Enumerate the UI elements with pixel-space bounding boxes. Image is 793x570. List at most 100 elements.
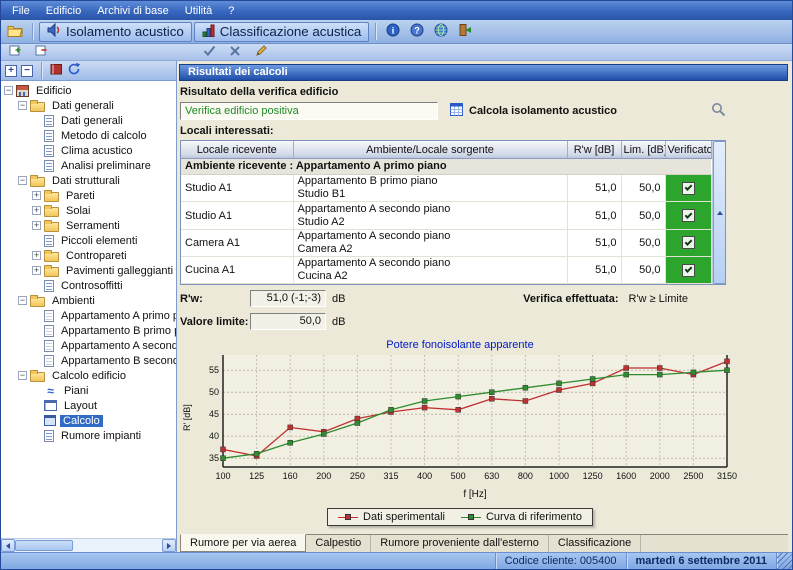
verified-checkbox[interactable]	[682, 236, 695, 249]
scrollbar-thumb[interactable]	[713, 284, 726, 285]
resize-grip-icon[interactable]	[777, 553, 792, 569]
confirm-button[interactable]	[198, 42, 220, 62]
column-header-locale-ricevente[interactable]: Locale ricevente	[181, 141, 293, 158]
scrollbar-thumb[interactable]	[15, 540, 73, 551]
plus-expander-icon[interactable]: +	[32, 251, 41, 260]
tab-rumore-per-via-aerea[interactable]: Rumore per via aerea	[180, 534, 306, 552]
verified-cell[interactable]	[665, 175, 711, 202]
column-header-ambiente-locale-sorgente[interactable]: Ambiente/Locale sorgente	[293, 141, 567, 158]
verified-checkbox[interactable]	[682, 209, 695, 222]
table-scrollbar[interactable]	[712, 141, 726, 284]
tree-item-appartamento-b-primo-piano[interactable]: Appartamento B primo piano	[1, 323, 176, 338]
tree-item-solai[interactable]: +Solai	[1, 203, 176, 218]
table-row[interactable]: Camera A1Appartamento A secondo pianoCam…	[181, 229, 711, 256]
table-row[interactable]: Cucina A1Appartamento A secondo pianoCuc…	[181, 256, 711, 283]
verified-checkbox[interactable]	[682, 264, 695, 277]
minus-expander-icon[interactable]: −	[18, 371, 27, 380]
verification-result-field[interactable]: Verifica edificio positiva	[180, 102, 438, 120]
tree-item-pareti[interactable]: +Pareti	[1, 188, 176, 203]
edit-button[interactable]	[250, 42, 272, 62]
menu-item-file[interactable]: File	[4, 3, 38, 19]
collapse-all-icon[interactable]: −	[21, 65, 33, 77]
tree-item-ambienti[interactable]: −Ambienti	[1, 293, 176, 308]
tree-item-dati-generali[interactable]: −Dati generali	[1, 98, 176, 113]
tree-item-label: Serramenti	[63, 220, 123, 232]
tree-item-controsoffitti[interactable]: Controsoffitti	[1, 278, 176, 293]
tree-item-appartamento-a-secondo-piano[interactable]: Appartamento A secondo piano	[1, 338, 176, 353]
toolbar-separator	[32, 23, 33, 40]
arrow-left-icon	[6, 543, 10, 549]
tab-calpestio[interactable]: Calpestio	[306, 535, 371, 552]
plus-expander-icon[interactable]: +	[32, 221, 41, 230]
calcola-isolamento-button[interactable]: Calcola isolamento acustico	[450, 103, 617, 119]
tree-item-piani[interactable]: Piani	[1, 383, 176, 398]
plus-expander-icon[interactable]: +	[32, 266, 41, 275]
tree-item-layout[interactable]: Layout	[1, 398, 176, 413]
tree-item-analisi-preliminare[interactable]: Analisi preliminare	[1, 158, 176, 173]
isolamento-acustico-button[interactable]: Isolamento acustico	[39, 22, 192, 42]
scroll-up-button[interactable]	[713, 141, 727, 284]
menu-item-utilit[interactable]: Utilità	[177, 3, 221, 19]
menu-item-help[interactable]: ?	[220, 3, 242, 19]
minus-expander-icon[interactable]: −	[18, 176, 27, 185]
minus-expander-icon[interactable]: −	[18, 296, 27, 305]
tree-item-serramenti[interactable]: + Serramenti	[1, 218, 176, 233]
remove-button[interactable]	[30, 42, 52, 62]
help-button[interactable]: ?	[406, 22, 428, 42]
globe-icon	[434, 23, 448, 40]
tree-item-appartamento-b-secondo-pian[interactable]: Appartamento B secondo pian	[1, 353, 176, 368]
refresh-icon[interactable]	[67, 62, 81, 79]
scroll-right-button[interactable]	[162, 539, 176, 552]
minus-expander-icon[interactable]: −	[4, 86, 13, 95]
classificazione-acustica-button[interactable]: Classificazione acustica	[194, 22, 370, 42]
plus-expander-icon[interactable]: +	[32, 191, 41, 200]
legend-item-curva-di-riferimento: Curva di riferimento	[461, 511, 582, 523]
scroll-left-button[interactable]	[1, 539, 15, 552]
table-row[interactable]: Studio A1Appartamento A secondo pianoStu…	[181, 202, 711, 229]
tree-item-calcolo-edificio[interactable]: −Calcolo edificio	[1, 368, 176, 383]
open-folder-button[interactable]	[4, 22, 26, 42]
add-button[interactable]	[4, 42, 26, 62]
tree-item-metodo-di-calcolo[interactable]: Metodo di calcolo	[1, 128, 176, 143]
magnifier-icon[interactable]	[711, 102, 726, 120]
tree-item-appartamento-a-primo-piano[interactable]: Appartamento A primo piano	[1, 308, 176, 323]
info-button[interactable]: i	[382, 22, 404, 42]
tree-item-piccoli-elementi[interactable]: Piccoli elementi	[1, 233, 176, 248]
chart-ylabel: R' [dB]	[182, 404, 192, 431]
tree-item-dati-strutturali[interactable]: −Dati strutturali	[1, 173, 176, 188]
verified-cell[interactable]	[665, 256, 711, 283]
tree-item-label: Appartamento A secondo piano	[58, 340, 176, 352]
verifica-label: Verifica effettuata:	[523, 293, 618, 305]
tree-item-clima-acustico[interactable]: Clima acustico	[1, 143, 176, 158]
expand-all-icon[interactable]: +	[5, 65, 17, 77]
tree-item-rumore-impianti[interactable]: Rumore impianti	[1, 428, 176, 443]
source-cell: Appartamento A secondo pianoCamera A2	[293, 229, 567, 256]
info-icon: i	[386, 23, 400, 40]
globe-button[interactable]	[430, 22, 452, 42]
tree-item-pavimenti-galleggianti[interactable]: +Pavimenti galleggianti	[1, 263, 176, 278]
tree-item-contropareti[interactable]: +Contropareti	[1, 248, 176, 263]
cancel-button[interactable]	[224, 42, 246, 62]
tab-classificazione[interactable]: Classificazione	[549, 535, 641, 552]
application-window: FileEdificioArchivi di baseUtilità? Isol…	[0, 0, 793, 570]
menu-item-edificio[interactable]: Edificio	[38, 3, 89, 19]
scroll-down-button[interactable]	[713, 284, 727, 285]
tree-item-label: Piccoli elementi	[58, 235, 140, 247]
exit-button[interactable]	[454, 22, 476, 42]
tab-rumore-proveniente-dall-esterno[interactable]: Rumore proveniente dall'esterno	[371, 535, 549, 552]
column-header-lim-db[interactable]: Lim. [dB]	[621, 141, 665, 158]
column-header-verificato[interactable]: Verificato	[665, 141, 711, 158]
table-row[interactable]: Studio A1Appartamento B primo pianoStudi…	[181, 175, 711, 202]
tree-horizontal-scrollbar[interactable]	[1, 538, 176, 552]
tree-item-dati-generali[interactable]: Dati generali	[1, 113, 176, 128]
tree-item-calcolo[interactable]: Calcolo	[1, 413, 176, 428]
verified-checkbox[interactable]	[682, 182, 695, 195]
minus-expander-icon[interactable]: −	[18, 101, 27, 110]
plus-expander-icon[interactable]: +	[32, 206, 41, 215]
menu-item-archivi-di-base[interactable]: Archivi di base	[89, 3, 177, 19]
verified-cell[interactable]	[665, 202, 711, 229]
verified-cell[interactable]	[665, 229, 711, 256]
tree-item-edificio[interactable]: −Edificio	[1, 83, 176, 98]
archive-book-icon[interactable]	[50, 63, 63, 78]
column-header-r-w-db[interactable]: R'w [dB]	[567, 141, 621, 158]
